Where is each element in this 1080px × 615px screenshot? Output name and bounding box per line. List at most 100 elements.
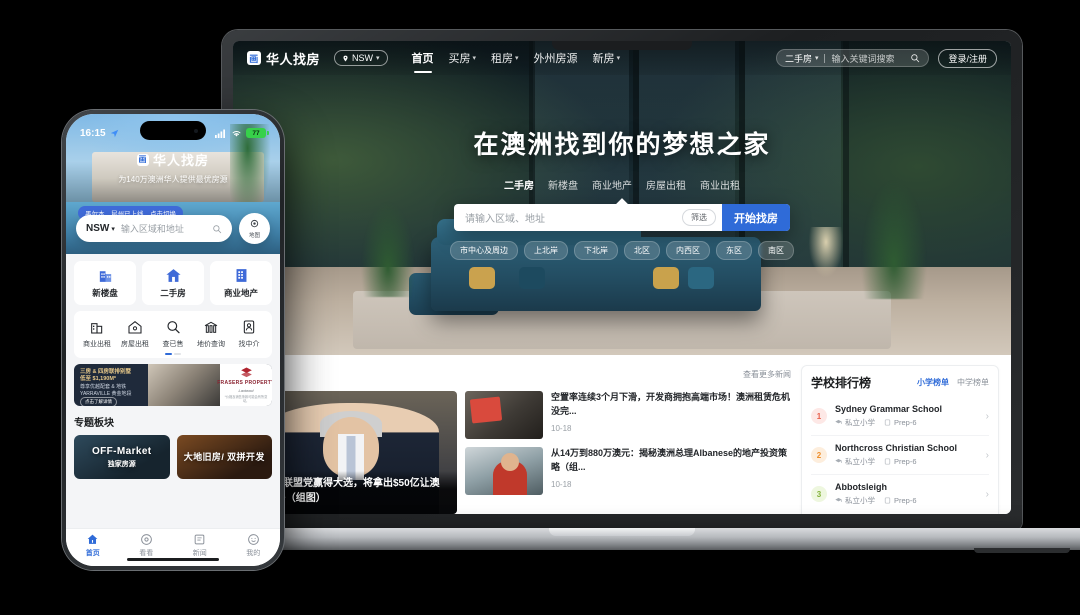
region-selector[interactable]: NSW ▾ — [334, 50, 388, 66]
hero-tab-newdev[interactable]: 新楼盘 — [548, 177, 578, 192]
region-chip[interactable]: 南区 — [758, 241, 794, 260]
school-grades: Prep-6 — [884, 417, 917, 428]
nav-link-buy[interactable]: 买房 ▾ — [449, 50, 477, 66]
news-list-item[interactable]: 空置率连续3个月下滑，开发商拥抱高端市场！澳洲租赁危机没完... 10-18 — [465, 391, 791, 439]
hero-tab-commercial[interactable]: 商业地产 — [592, 177, 632, 192]
laptop-lid: 画 华人找房 NSW ▾ 首页 买房 ▾ 租房 ▾ 外州房源 新房 ▾ 二手房 … — [222, 30, 1022, 530]
profile-icon — [247, 534, 259, 545]
category-new-development[interactable]: 新楼盘 — [74, 261, 136, 305]
category-commercial[interactable]: 商业地产 — [210, 261, 272, 305]
phone-main-categories: 新楼盘 二手房 商业地产 — [74, 261, 272, 305]
navbar-search[interactable]: 二手房 ▾ 输入关键词搜索 — [775, 49, 930, 67]
carousel-dot[interactable] — [174, 353, 181, 355]
subcategory-label: 房屋出租 — [121, 341, 149, 348]
news-item-body: 空置率连续3个月下滑，开发商拥抱高端市场！澳洲租赁危机没完... 10-18 — [551, 391, 791, 433]
nav-link-home[interactable]: 首页 — [412, 50, 434, 73]
nav-link-interstate[interactable]: 外州房源 — [534, 50, 578, 66]
laptop-foot — [974, 548, 1070, 553]
topic-title: OFF-Market — [91, 445, 152, 457]
navbar-search-type[interactable]: 二手房 ▾ — [785, 52, 819, 65]
home-rent-icon — [128, 320, 142, 334]
map-pin-icon — [250, 219, 259, 227]
hero-filter-button[interactable]: 筛选 — [682, 209, 716, 226]
topic-card-offmarket[interactable]: OFF-Market 独家房源 — [74, 435, 170, 479]
school-row[interactable]: 3 Abbotsleigh 私立小学 Prep-6 › — [811, 475, 989, 513]
home-icon — [87, 534, 98, 544]
login-register-button[interactable]: 登录/注册 — [938, 48, 997, 68]
agent-icon — [243, 320, 255, 334]
school-name: Sydney Grammar School — [835, 404, 943, 414]
subcategory-find-agent[interactable]: 找中介 — [230, 319, 268, 349]
news-more-link[interactable]: 查看更多新闻 — [743, 369, 791, 380]
status-left: 16:15 — [80, 128, 119, 139]
ad-brand-name: FRASERS PROPERTY — [217, 379, 272, 386]
hero-search-submit[interactable]: 开始找房 — [722, 204, 790, 231]
navbar-search-type-label: 二手房 — [784, 53, 812, 64]
nav-link-rent[interactable]: 租房 ▾ — [491, 50, 519, 66]
phone-device: 16:15 77 画 华人找房 为140万澳洲华人提供最优房源 NSW ▾ 输入… — [62, 110, 284, 570]
phone-sub-categories: 商业出租 房屋出租 查已售 地价查询 找中介 — [74, 311, 272, 358]
school-row[interactable]: 1 Sydney Grammar School 私立小学 Prep-6 › — [811, 397, 989, 436]
phone-map-button[interactable]: 地图 — [239, 213, 270, 244]
tab-explore[interactable]: 看看 — [120, 533, 174, 558]
region-chip[interactable]: 内西区 — [666, 241, 710, 260]
school-meta: 私立小学 Prep-6 — [835, 417, 978, 428]
pillow-decor — [519, 267, 545, 289]
brand-mark-icon: 画 — [247, 51, 261, 65]
phone-region-selector[interactable]: NSW ▾ — [86, 223, 115, 234]
hero-search-input[interactable]: 请输入区域、地址 — [454, 210, 682, 225]
region-chip[interactable]: 市中心及周边 — [450, 241, 518, 260]
subcategory-house-rent[interactable]: 房屋出租 — [116, 319, 154, 349]
site-logo[interactable]: 画 华人找房 — [247, 49, 320, 68]
explore-icon — [140, 534, 152, 545]
news-item-title: 从14万到880万澳元：揭秘澳洲总理Albanese的地产投资策略（组... — [551, 448, 788, 472]
hero-tab-houserent[interactable]: 房屋出租 — [646, 177, 686, 192]
subcategory-commercial-rent[interactable]: 商业出租 — [78, 319, 116, 349]
chevron-right-icon: › — [985, 449, 989, 461]
school-row[interactable]: 2 Northcross Christian School 私立小学 Prep-… — [811, 436, 989, 475]
promo-ad-banner[interactable]: 三房 & 四房联排别墅 低至 $1,190M* 尊享优越配套 & 地铁 YARR… — [74, 364, 272, 406]
category-secondhand[interactable]: 二手房 — [142, 261, 204, 305]
hero-tab-secondhand[interactable]: 二手房 — [504, 177, 534, 192]
tab-secondary-schools[interactable]: 中学榜单 — [957, 377, 989, 388]
ad-brand-block: FRASERS PROPERTY Laxtwod *价格及销售条款可能会有所变动… — [217, 364, 272, 406]
region-chip[interactable]: 下北岸 — [574, 241, 618, 260]
topic-title: 大地旧房/ 双拼开发 — [183, 451, 265, 462]
news-list-item[interactable]: 从14万到880万澳元：揭秘澳洲总理Albanese的地产投资策略（组... 1… — [465, 447, 791, 495]
pillow-decor — [469, 267, 495, 289]
region-chip[interactable]: 东区 — [716, 241, 752, 260]
school-rank-badge: 3 — [811, 486, 827, 502]
chevron-down-icon: ▾ — [111, 225, 115, 233]
school-type-label: 私立小学 — [845, 418, 875, 427]
phone-search-row: NSW ▾ 输入区域和地址 地图 — [76, 213, 270, 244]
subcategory-land-price[interactable]: 地价查询 — [192, 319, 230, 349]
laptop-screen: 画 华人找房 NSW ▾ 首页 买房 ▾ 租房 ▾ 外州房源 新房 ▾ 二手房 … — [233, 41, 1011, 514]
subcategory-label: 地价查询 — [197, 341, 225, 348]
region-chip[interactable]: 上北岸 — [524, 241, 568, 260]
search-icon[interactable] — [910, 53, 920, 63]
region-chip[interactable]: 北区 — [624, 241, 660, 260]
home-indicator — [127, 558, 219, 561]
phone-search-bar[interactable]: NSW ▾ 输入区域和地址 — [76, 215, 232, 242]
school-ranking-tabs: 小学榜单 中学榜单 — [917, 377, 989, 388]
chevron-right-icon: › — [985, 488, 989, 500]
tab-profile[interactable]: 我的 — [227, 533, 281, 558]
tab-news[interactable]: 新闻 — [173, 533, 227, 558]
hero-tab-commercialrent[interactable]: 商业出租 — [700, 177, 740, 192]
ad-cta-button[interactable]: 点击了解详情 — [80, 397, 117, 406]
pillow-decor — [688, 267, 714, 289]
carousel-dot-active[interactable] — [165, 353, 172, 355]
tab-primary-schools[interactable]: 小学榜单 — [917, 377, 949, 388]
graduation-cap-icon — [835, 497, 842, 502]
school-ranking-header: 学校排行榜 小学榜单 中学榜单 — [811, 374, 989, 391]
tab-home[interactable]: 首页 — [66, 533, 120, 558]
topic-card-development[interactable]: 大地旧房/ 双拼开发 — [176, 435, 272, 479]
subcategory-sold-search[interactable]: 查已售 — [154, 319, 192, 349]
brand-name: 华人找房 — [266, 51, 321, 67]
school-info: Abbotsleigh 私立小学 Prep-6 — [835, 482, 978, 506]
content-area: 资讯 查看更多新闻 — [233, 355, 1011, 514]
nav-link-newhomes[interactable]: 新房 ▾ — [593, 50, 621, 66]
news-list: 空置率连续3个月下滑，开发商拥抱高端市场！澳洲租赁危机没完... 10-18 从… — [465, 391, 791, 514]
hero-search-bar: 请输入区域、地址 筛选 开始找房 — [454, 204, 790, 231]
search-icon[interactable] — [212, 224, 222, 234]
